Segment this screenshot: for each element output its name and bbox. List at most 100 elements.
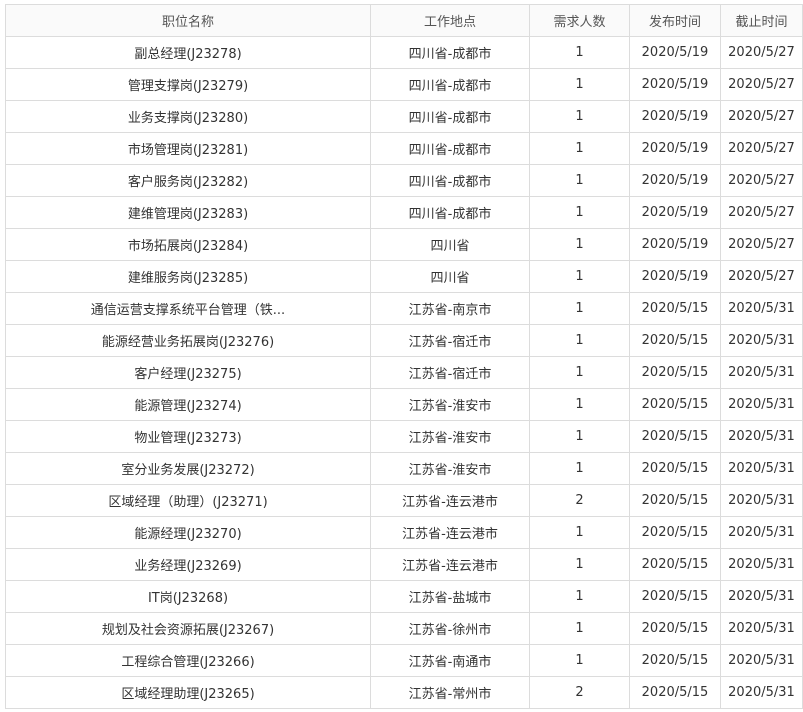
table-row[interactable]: 客户经理(J23275) 江苏省-宿迁市 1 2020/5/15 2020/5/31 <box>5 356 803 389</box>
table-row[interactable]: IT岗(J23268) 江苏省-盐城市 1 2020/5/15 2020/5/31 <box>5 580 803 613</box>
header-work-location: 工作地点 <box>370 4 530 37</box>
work-location-cell: 江苏省-连云港市 <box>370 516 530 549</box>
work-location-cell: 江苏省-淮安市 <box>370 420 530 453</box>
job-title-cell[interactable]: 业务经理(J23269) <box>5 548 371 581</box>
deadline-cell: 2020/5/31 <box>720 292 803 325</box>
deadline-cell: 2020/5/27 <box>720 68 803 101</box>
job-title-cell[interactable]: IT岗(J23268) <box>5 580 371 613</box>
deadline-cell: 2020/5/27 <box>720 100 803 133</box>
table-row[interactable]: 通信运营支撑系统平台管理（铁... 江苏省-南京市 1 2020/5/15 2020/5… <box>5 292 803 325</box>
table-row[interactable]: 业务经理(J23269) 江苏省-连云港市 1 2020/5/15 2020/5/31 <box>5 548 803 581</box>
publish-date-cell: 2020/5/19 <box>629 164 721 197</box>
headcount-cell: 1 <box>529 196 630 229</box>
job-title-cell[interactable]: 市场管理岗(J23281) <box>5 132 371 165</box>
work-location-cell: 江苏省-徐州市 <box>370 612 530 645</box>
work-location-cell: 江苏省-盐城市 <box>370 580 530 613</box>
table-row[interactable]: 工程综合管理(J23266) 江苏省-南通市 1 2020/5/15 2020/5/31 <box>5 644 803 677</box>
work-location-cell: 江苏省-淮安市 <box>370 452 530 485</box>
work-location-cell: 四川省-成都市 <box>370 68 530 101</box>
work-location-cell: 江苏省-淮安市 <box>370 388 530 421</box>
publish-date-cell: 2020/5/19 <box>629 196 721 229</box>
job-title-cell[interactable]: 客户经理(J23275) <box>5 356 371 389</box>
headcount-cell: 1 <box>529 516 630 549</box>
table-row[interactable]: 区域经理（助理）(J23271) 江苏省-连云港市 2 2020/5/15 2020/5… <box>5 484 803 517</box>
publish-date-cell: 2020/5/19 <box>629 228 721 261</box>
work-location-cell: 江苏省-宿迁市 <box>370 324 530 357</box>
job-title-cell[interactable]: 市场拓展岗(J23284) <box>5 228 371 261</box>
deadline-cell: 2020/5/27 <box>720 228 803 261</box>
deadline-cell: 2020/5/31 <box>720 420 803 453</box>
table-row[interactable]: 区域经理助理(J23265) 江苏省-常州市 2 2020/5/15 2020/5/31 <box>5 676 803 709</box>
publish-date-cell: 2020/5/19 <box>629 260 721 293</box>
table-row[interactable]: 业务支撑岗(J23280) 四川省-成都市 1 2020/5/19 2020/5/27 <box>5 100 803 133</box>
work-location-cell: 四川省-成都市 <box>370 36 530 69</box>
job-title-cell[interactable]: 区域经理（助理）(J23271) <box>5 484 371 517</box>
header-publish-date: 发布时间 <box>629 4 721 37</box>
table-row[interactable]: 能源管理(J23274) 江苏省-淮安市 1 2020/5/15 2020/5/31 <box>5 388 803 421</box>
work-location-cell: 江苏省-宿迁市 <box>370 356 530 389</box>
headcount-cell: 1 <box>529 612 630 645</box>
deadline-cell: 2020/5/31 <box>720 548 803 581</box>
deadline-cell: 2020/5/31 <box>720 644 803 677</box>
headcount-cell: 1 <box>529 132 630 165</box>
work-location-cell: 四川省-成都市 <box>370 196 530 229</box>
table-row[interactable]: 能源经营业务拓展岗(J23276) 江苏省-宿迁市 1 2020/5/15 2020/5… <box>5 324 803 357</box>
deadline-cell: 2020/5/31 <box>720 516 803 549</box>
headcount-cell: 1 <box>529 228 630 261</box>
publish-date-cell: 2020/5/15 <box>629 420 721 453</box>
table-row[interactable]: 客户服务岗(J23282) 四川省-成都市 1 2020/5/19 2020/5/27 <box>5 164 803 197</box>
deadline-cell: 2020/5/27 <box>720 260 803 293</box>
deadline-cell: 2020/5/31 <box>720 324 803 357</box>
job-title-cell[interactable]: 业务支撑岗(J23280) <box>5 100 371 133</box>
publish-date-cell: 2020/5/19 <box>629 100 721 133</box>
work-location-cell: 江苏省-南通市 <box>370 644 530 677</box>
publish-date-cell: 2020/5/15 <box>629 516 721 549</box>
job-title-cell[interactable]: 通信运营支撑系统平台管理（铁... <box>5 292 371 325</box>
table-header: 职位名称 工作地点 需求人数 发布时间 截止时间 <box>5 4 803 37</box>
table-row[interactable]: 物业管理(J23273) 江苏省-淮安市 1 2020/5/15 2020/5/31 <box>5 420 803 453</box>
headcount-cell: 1 <box>529 580 630 613</box>
job-title-cell[interactable]: 建维服务岗(J23285) <box>5 260 371 293</box>
work-location-cell: 四川省 <box>370 260 530 293</box>
job-title-cell[interactable]: 客户服务岗(J23282) <box>5 164 371 197</box>
work-location-cell: 四川省 <box>370 228 530 261</box>
publish-date-cell: 2020/5/15 <box>629 548 721 581</box>
table-row[interactable]: 管理支撑岗(J23279) 四川省-成都市 1 2020/5/19 2020/5/27 <box>5 68 803 101</box>
job-title-cell[interactable]: 区域经理助理(J23265) <box>5 676 371 709</box>
table-row[interactable]: 市场拓展岗(J23284) 四川省 1 2020/5/19 2020/5/27 <box>5 228 803 261</box>
table-row[interactable]: 建维管理岗(J23283) 四川省-成都市 1 2020/5/19 2020/5/27 <box>5 196 803 229</box>
publish-date-cell: 2020/5/15 <box>629 580 721 613</box>
job-title-cell[interactable]: 工程综合管理(J23266) <box>5 644 371 677</box>
deadline-cell: 2020/5/31 <box>720 580 803 613</box>
job-title-cell[interactable]: 能源管理(J23274) <box>5 388 371 421</box>
job-title-cell[interactable]: 管理支撑岗(J23279) <box>5 68 371 101</box>
publish-date-cell: 2020/5/15 <box>629 484 721 517</box>
job-title-cell[interactable]: 规划及社会资源拓展(J23267) <box>5 612 371 645</box>
header-deadline: 截止时间 <box>720 4 803 37</box>
headcount-cell: 1 <box>529 164 630 197</box>
table-row[interactable]: 副总经理(J23278) 四川省-成都市 1 2020/5/19 2020/5/27 <box>5 36 803 69</box>
table-row[interactable]: 室分业务发展(J23272) 江苏省-淮安市 1 2020/5/15 2020/5/31 <box>5 452 803 485</box>
publish-date-cell: 2020/5/15 <box>629 292 721 325</box>
deadline-cell: 2020/5/27 <box>720 36 803 69</box>
publish-date-cell: 2020/5/19 <box>629 68 721 101</box>
deadline-cell: 2020/5/27 <box>720 132 803 165</box>
publish-date-cell: 2020/5/19 <box>629 132 721 165</box>
job-listing-table: 职位名称 工作地点 需求人数 发布时间 截止时间 副总经理(J23278) 四川省… <box>5 4 803 709</box>
job-title-cell[interactable]: 能源经营业务拓展岗(J23276) <box>5 324 371 357</box>
job-title-cell[interactable]: 建维管理岗(J23283) <box>5 196 371 229</box>
publish-date-cell: 2020/5/15 <box>629 356 721 389</box>
table-row[interactable]: 能源经理(J23270) 江苏省-连云港市 1 2020/5/15 2020/5/31 <box>5 516 803 549</box>
job-title-cell[interactable]: 室分业务发展(J23272) <box>5 452 371 485</box>
header-headcount: 需求人数 <box>529 4 630 37</box>
headcount-cell: 1 <box>529 388 630 421</box>
work-location-cell: 江苏省-连云港市 <box>370 548 530 581</box>
job-title-cell[interactable]: 物业管理(J23273) <box>5 420 371 453</box>
table-row[interactable]: 市场管理岗(J23281) 四川省-成都市 1 2020/5/19 2020/5/27 <box>5 132 803 165</box>
publish-date-cell: 2020/5/15 <box>629 324 721 357</box>
job-title-cell[interactable]: 副总经理(J23278) <box>5 36 371 69</box>
headcount-cell: 1 <box>529 100 630 133</box>
job-title-cell[interactable]: 能源经理(J23270) <box>5 516 371 549</box>
table-row[interactable]: 规划及社会资源拓展(J23267) 江苏省-徐州市 1 2020/5/15 2020/5… <box>5 612 803 645</box>
table-row[interactable]: 建维服务岗(J23285) 四川省 1 2020/5/19 2020/5/27 <box>5 260 803 293</box>
